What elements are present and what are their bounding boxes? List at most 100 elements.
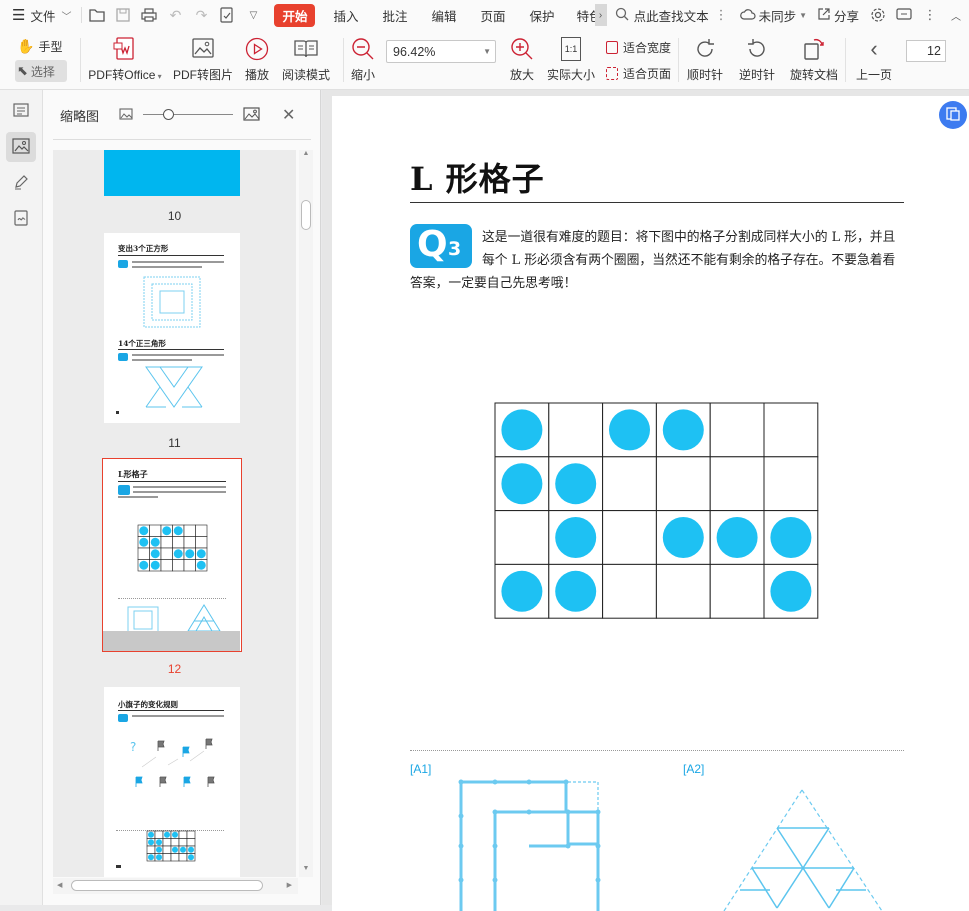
zoom-out-label: 缩小 <box>350 68 375 82</box>
grid-circle <box>188 854 194 861</box>
zoom-out-button[interactable]: 缩小 <box>344 30 382 88</box>
grid-circle <box>770 517 812 558</box>
tab-protect[interactable]: 保护 <box>518 0 567 30</box>
message-icon[interactable] <box>895 6 913 24</box>
more-dropdown-icon[interactable]: ▽ <box>244 6 262 24</box>
grid-cell <box>709 563 765 619</box>
thumbnail-rule <box>118 255 224 256</box>
scroll-up-icon[interactable]: ▲ <box>299 150 313 162</box>
slider-handle[interactable] <box>163 109 175 120</box>
open-folder-icon[interactable] <box>88 6 106 24</box>
grid-circle <box>156 854 162 861</box>
thumbnail-vertical-scrollbar[interactable]: ▲ ▼ <box>299 150 313 877</box>
scroll-thumb[interactable] <box>301 200 311 230</box>
read-mode-button[interactable]: 阅读模式 <box>277 30 335 88</box>
more-vertical-icon[interactable]: ⋮ <box>921 6 939 24</box>
grid-circle <box>555 570 597 612</box>
large-image-icon[interactable] <box>243 106 260 124</box>
rotate-document-button[interactable]: 旋转文档 <box>783 30 845 88</box>
thumbnail-triangles-figure <box>145 366 203 408</box>
grid-cell <box>170 838 180 847</box>
tab-page-label: 页面 <box>480 9 506 24</box>
question-letter: Q <box>417 224 448 265</box>
scroll-down-icon[interactable]: ▼ <box>299 865 313 877</box>
share-button[interactable]: 分享 <box>811 0 865 30</box>
thumbnail-page-11[interactable]: 变出3个正方形 14个正三角形 <box>104 233 240 423</box>
close-icon[interactable]: ✕ <box>282 105 295 125</box>
thumbnail-size-slider[interactable] <box>143 109 234 121</box>
floating-tool-button[interactable] <box>939 101 967 129</box>
tab-feature[interactable]: 特色 <box>567 0 595 30</box>
chevron-left-icon: ‹ <box>870 36 878 61</box>
outline-button[interactable] <box>6 96 36 126</box>
hand-tool-button[interactable]: ✋ 手型 <box>17 36 80 56</box>
grid-circle <box>501 570 543 612</box>
zoom-select[interactable]: 96.42% ▼ <box>386 40 496 63</box>
pdf-to-office-button[interactable]: PDF转Office ▾ <box>81 30 169 88</box>
sync-status[interactable]: 未同步 ▼ <box>728 0 811 30</box>
redo-icon[interactable]: ↷ <box>192 6 210 24</box>
convert-icon[interactable] <box>218 6 236 24</box>
thumbnail-horizontal-scrollbar[interactable]: ◀ ▶ <box>53 878 298 894</box>
thumbnail-answer-grid-figure <box>146 830 196 862</box>
grid-circle <box>150 560 160 570</box>
prev-page-button[interactable]: ‹ 上一页 <box>846 30 902 88</box>
tab-feature-label: 特色 <box>576 9 595 24</box>
page-title: L 形格子 <box>410 160 545 198</box>
more-vertical-icon[interactable]: ⋮ <box>715 7 728 23</box>
grid-circle <box>139 526 149 536</box>
thumbnails-button[interactable] <box>6 132 36 162</box>
fit-width-label: 适合宽度 <box>623 40 672 55</box>
search-box[interactable]: 点此查找文本 <box>607 0 715 30</box>
thumbnail-text-line <box>132 715 224 717</box>
answer-2-figure <box>723 789 883 911</box>
chevron-down-icon: ▼ <box>483 47 491 56</box>
file-menu-label: 文件 <box>30 9 56 24</box>
settings-icon[interactable] <box>869 6 887 24</box>
zoom-in-button[interactable]: 放大 <box>500 30 544 88</box>
tab-insert[interactable]: 插入 <box>321 0 370 30</box>
grid-cell <box>160 559 173 572</box>
fit-page-button[interactable]: 适合页面 <box>606 64 678 82</box>
rotate-document-icon <box>802 36 826 62</box>
grid-cell <box>162 853 172 862</box>
scroll-left-icon[interactable]: ◀ <box>57 881 62 889</box>
print-icon[interactable] <box>140 6 158 24</box>
thumbnail-page-10[interactable] <box>104 150 240 196</box>
thumbnail-page-12[interactable]: L形格子 <box>102 458 242 652</box>
file-menu[interactable]: ☰ 文件 ﹀ <box>0 0 79 30</box>
tab-annotate[interactable]: 批注 <box>371 0 420 30</box>
clockwise-label: 顺时针 <box>686 68 723 82</box>
share-label: 分享 <box>834 9 860 24</box>
save-icon[interactable] <box>114 6 132 24</box>
collapse-ribbon-icon[interactable]: ︿ <box>947 6 965 24</box>
tabs-scroll-right-icon[interactable]: › <box>594 4 607 26</box>
scroll-right-icon[interactable]: ▶ <box>287 881 292 889</box>
grid-cell <box>763 402 819 458</box>
grid-circle <box>662 409 704 451</box>
grid-circle <box>185 549 195 559</box>
grid-circle <box>162 526 172 536</box>
fit-width-button[interactable]: 适合宽度 <box>606 38 678 56</box>
actual-size-button[interactable]: 1:1 实际大小 <box>544 30 598 88</box>
tab-page[interactable]: 页面 <box>469 0 518 30</box>
image-icon <box>12 137 30 157</box>
page-number-input[interactable]: 12 <box>906 40 946 62</box>
tab-start[interactable]: 开始 <box>266 0 321 30</box>
rotate-clockwise-button[interactable]: 顺时针 <box>679 30 731 88</box>
grid-circle <box>555 463 597 505</box>
thumbnail-heading: 变出3个正方形 <box>118 244 169 253</box>
signature-button[interactable] <box>6 204 36 234</box>
undo-icon[interactable]: ↶ <box>166 6 184 24</box>
annotations-button[interactable] <box>6 168 36 198</box>
rotate-counterclockwise-button[interactable]: 逆时针 <box>731 30 783 88</box>
grid-cell <box>195 524 208 537</box>
tab-edit[interactable]: 编辑 <box>420 0 469 30</box>
small-image-icon[interactable] <box>119 107 133 123</box>
pdf-to-image-button[interactable]: PDF转图片 <box>169 30 237 88</box>
select-tool-button[interactable]: ⬉ 选择 <box>15 60 67 82</box>
grid-circle <box>716 517 758 558</box>
scroll-thumb[interactable] <box>71 880 263 891</box>
thumbnail-page-13[interactable]: 小旗子的变化规则 ? <box>104 687 240 877</box>
play-button[interactable]: 播放 <box>237 30 277 88</box>
